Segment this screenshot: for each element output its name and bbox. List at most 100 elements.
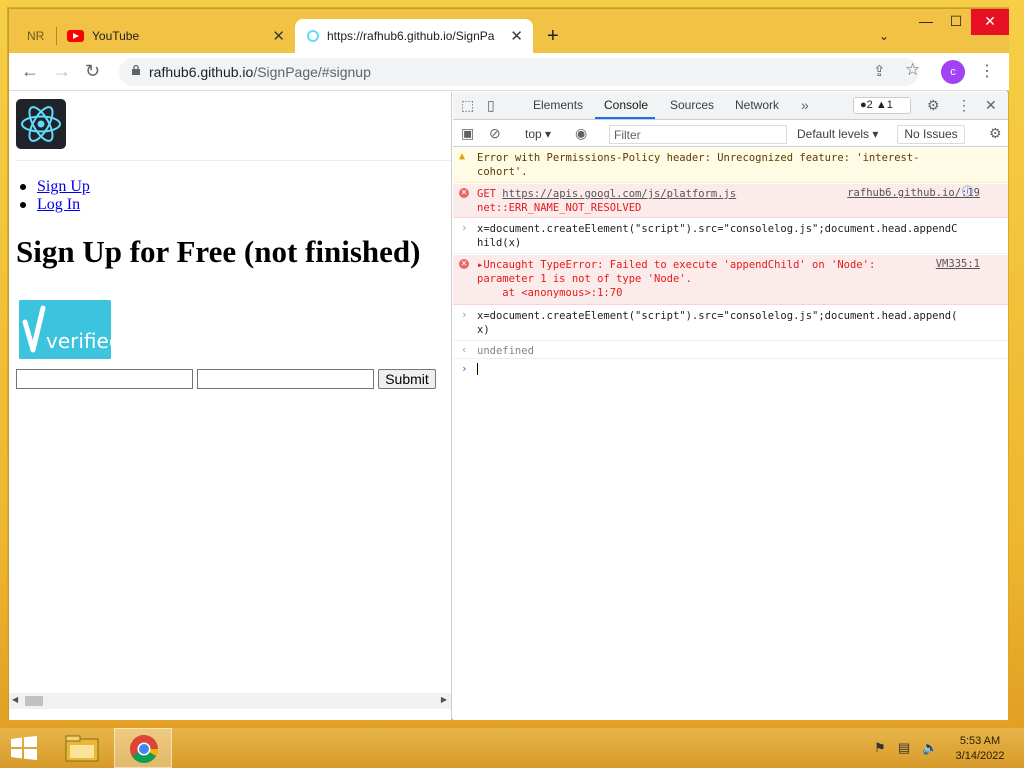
tab-youtube[interactable]: YouTube ✕: [65, 19, 295, 53]
tab-separator: [56, 27, 57, 45]
chrome-taskbar-button[interactable]: [114, 728, 172, 768]
close-tab-icon[interactable]: ✕: [272, 27, 285, 45]
sidebar-toggle-icon[interactable]: ▣: [461, 125, 474, 142]
error-url-link[interactable]: https://apis.googl.com/js/platform.js: [502, 188, 736, 200]
browser-toolbar: ← → ↻ rafhub6.github.io/SignPage/#signup…: [9, 53, 1009, 91]
kebab-menu-icon[interactable]: ⋮: [957, 97, 971, 114]
console-message-error: ✕ GET https://apis.googl.com/js/platform…: [453, 184, 1008, 218]
windows-start-icon[interactable]: [10, 736, 38, 760]
log-in-link[interactable]: Log In: [37, 196, 80, 213]
tab-signpage[interactable]: https://rafhub6.github.io/SignPage/#sign…: [295, 19, 533, 53]
source-link[interactable]: VM335:1: [936, 257, 980, 271]
context-label: top: [525, 127, 542, 141]
log-levels-dropdown[interactable]: Default levels ▾: [797, 127, 878, 141]
more-tabs-chevron-icon[interactable]: »: [801, 97, 809, 113]
error-count: 2: [866, 99, 873, 111]
inspect-element-icon[interactable]: ⬚: [461, 97, 474, 114]
gear-icon[interactable]: ⚙: [927, 97, 940, 114]
network-request-icon[interactable]: ⓘ: [962, 185, 973, 199]
message-line: Error with Permissions-Policy header: Un…: [477, 152, 920, 164]
forward-icon[interactable]: →: [53, 61, 71, 81]
message-line: x=document.createElement("script").src="…: [477, 223, 958, 235]
lock-icon: [132, 65, 140, 75]
verified-badge-image: verified: [19, 300, 111, 359]
active-tab-indicator: [595, 117, 655, 119]
error-dot-icon: ●: [860, 99, 867, 111]
tab-search-chevron-icon[interactable]: ⌄: [879, 29, 889, 43]
bookmark-star-icon[interactable]: ☆: [905, 60, 920, 80]
nav-links: Sign Up Log In: [20, 178, 90, 214]
share-icon[interactable]: ⇪: [873, 62, 886, 80]
message-line: x=document.createElement("script").src="…: [477, 310, 958, 322]
clear-console-icon[interactable]: ⊘: [489, 125, 501, 142]
method-label: GET: [477, 188, 503, 200]
input-chevron-icon: ›: [461, 221, 468, 234]
console-prompt[interactable]: ›: [453, 360, 1008, 378]
close-window-button[interactable]: ✕: [971, 9, 1009, 35]
message-line: hild(x): [477, 237, 522, 249]
scroll-right-icon[interactable]: ▶: [441, 695, 447, 704]
system-clock[interactable]: 5:53 AM 3/14/2022: [946, 734, 1014, 764]
address-bar[interactable]: rafhub6.github.io/SignPage/#signup ⇪ ☆: [119, 58, 920, 86]
sign-up-link[interactable]: Sign Up: [37, 178, 90, 195]
list-item: Log In: [20, 196, 90, 214]
chrome-icon: [130, 735, 158, 763]
file-explorer-icon[interactable]: [56, 728, 114, 768]
message-line: ▸Uncaught TypeError: Failed to execute '…: [477, 258, 875, 272]
console-settings-gear-icon[interactable]: ⚙: [989, 125, 1002, 142]
horizontal-scrollbar[interactable]: ◀ ▶: [9, 693, 451, 709]
levels-label: Default levels: [797, 127, 870, 141]
youtube-icon: [67, 30, 84, 42]
minimize-button[interactable]: —: [911, 9, 941, 35]
issues-button[interactable]: No Issues: [897, 125, 965, 144]
tab-elements[interactable]: Elements: [533, 98, 583, 112]
message-line: parameter 1 is not of type 'Node'.: [477, 273, 692, 285]
close-tab-icon[interactable]: ✕: [510, 27, 523, 45]
filter-input[interactable]: Filter: [609, 125, 787, 144]
name-input[interactable]: [16, 369, 193, 389]
return-arrow-icon: ‹: [461, 343, 468, 356]
maximize-button[interactable]: ☐: [941, 9, 971, 35]
kebab-menu-icon[interactable]: ⋮: [979, 61, 995, 81]
scroll-thumb[interactable]: [25, 696, 43, 706]
action-center-flag-icon[interactable]: ⚑: [874, 740, 886, 756]
eye-icon[interactable]: ◉: [575, 125, 587, 142]
verified-badge-text: verified: [46, 329, 111, 353]
input-chevron-icon: ›: [461, 308, 468, 321]
console-message-error: ✕ ▸Uncaught TypeError: Failed to execute…: [453, 255, 1008, 305]
tab-label: https://rafhub6.github.io/SignPage/#sign…: [327, 29, 495, 43]
url-host: rafhub6.github.io: [149, 64, 254, 80]
tab-network[interactable]: Network: [735, 98, 779, 112]
reload-icon[interactable]: ↻: [85, 61, 100, 81]
password-input[interactable]: [197, 369, 374, 389]
issue-counter-badge[interactable]: ●2 ▲1: [853, 97, 911, 114]
horizontal-rule: [16, 160, 451, 161]
profile-avatar[interactable]: c: [941, 60, 965, 84]
close-devtools-icon[interactable]: ✕: [985, 97, 997, 114]
react-favicon-icon: [307, 30, 319, 42]
source-link[interactable]: rafhub6.github.io/:19: [847, 186, 980, 200]
url-path: /SignPage/#signup: [253, 64, 371, 80]
tab-nr[interactable]: NR: [9, 19, 57, 53]
network-icon[interactable]: ▤: [898, 740, 910, 756]
context-selector[interactable]: top ▾: [525, 127, 551, 141]
device-toolbar-icon[interactable]: ▯: [487, 97, 495, 114]
console-input-line: › x=document.createElement("script").src…: [453, 306, 1008, 341]
tab-console[interactable]: Console: [604, 98, 648, 112]
back-icon[interactable]: ←: [21, 61, 39, 81]
url-text[interactable]: rafhub6.github.io/SignPage/#signup: [149, 64, 371, 80]
message-line: undefined: [477, 345, 534, 357]
submit-button[interactable]: Submit: [378, 369, 436, 389]
warning-triangle-icon: ▲: [875, 99, 887, 111]
clock-date: 3/14/2022: [955, 750, 1005, 762]
scroll-left-icon[interactable]: ◀: [12, 695, 18, 704]
warning-icon: ▲: [459, 151, 466, 162]
console-return-value: ‹ undefined: [453, 342, 1008, 359]
volume-muted-icon[interactable]: 🔈: [922, 740, 938, 756]
message-line: x): [477, 324, 490, 336]
tab-sources[interactable]: Sources: [670, 98, 714, 112]
web-page: Sign Up Log In Sign Up for Free (not fin…: [9, 92, 452, 720]
message-line: at <anonymous>:1:70: [477, 287, 623, 299]
chrome-window: NR YouTube ✕ https://rafhub6.github.io/S…: [8, 8, 1009, 720]
new-tab-button[interactable]: +: [547, 26, 559, 46]
